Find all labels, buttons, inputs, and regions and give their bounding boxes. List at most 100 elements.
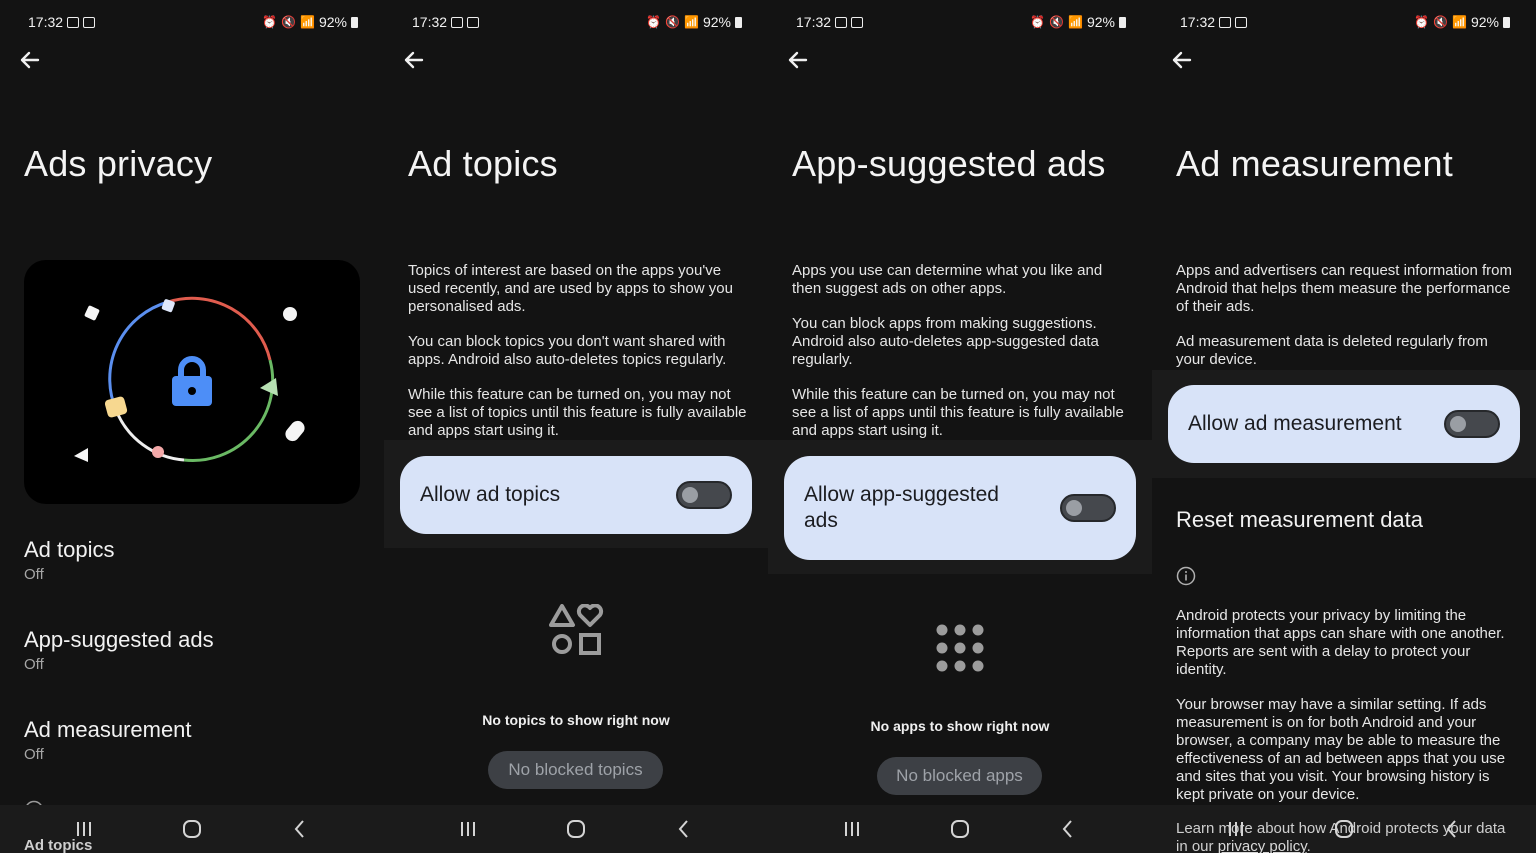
calendar-icon xyxy=(467,16,480,28)
nav-bar: Ad topics xyxy=(0,805,384,853)
lock-icon xyxy=(172,356,212,406)
info-paragraph: Your browser may have a similar setting.… xyxy=(1176,696,1506,803)
apps-grid-icon xyxy=(936,624,984,672)
page-title: Ad measurement xyxy=(1176,143,1453,184)
description-paragraph: While this feature can be turned on, you… xyxy=(408,386,747,439)
alarm-icon: ⏰ xyxy=(262,15,278,29)
topics-shapes-icon xyxy=(549,604,604,655)
gallery-icon xyxy=(835,16,848,28)
status-bar: 17:32 ⏰ 🔇 📶 92% xyxy=(1180,12,1510,32)
back-arrow-icon[interactable] xyxy=(784,46,812,74)
mute-icon: 🔇 xyxy=(281,15,297,29)
no-blocked-topics-button[interactable]: No blocked topics xyxy=(488,751,663,789)
back-arrow-icon[interactable] xyxy=(1168,46,1196,74)
back-arrow-icon[interactable] xyxy=(16,46,44,74)
menu-item-ad-measurement[interactable]: Ad measurement xyxy=(24,717,192,743)
info-paragraph: Android protects your privacy by limitin… xyxy=(1176,607,1505,678)
menu-item-app-suggested-status: Off xyxy=(24,656,44,673)
description-paragraph: Apps and advertisers can request informa… xyxy=(1176,262,1512,315)
page-title: Ad topics xyxy=(408,143,558,184)
privacy-illustration xyxy=(24,260,360,504)
recents-icon[interactable] xyxy=(1224,817,1248,841)
menu-item-app-suggested-ads[interactable]: App-suggested ads xyxy=(24,627,214,653)
allow-ad-measurement-switch[interactable] xyxy=(1444,410,1500,438)
home-icon[interactable] xyxy=(564,817,588,841)
calendar-icon xyxy=(1235,16,1248,28)
nav-back-icon[interactable] xyxy=(288,817,312,841)
allow-app-suggested-ads-card[interactable]: Allow app-suggested ads xyxy=(784,456,1136,560)
status-time: 17:32 xyxy=(1180,14,1216,30)
status-time: 17:32 xyxy=(412,14,448,30)
screen-ad-measurement: 17:32 ⏰ 🔇 📶 92% Ad measurement Apps and … xyxy=(1152,0,1536,853)
nav-bar xyxy=(384,805,768,853)
recents-icon[interactable] xyxy=(456,817,480,841)
nav-back-icon[interactable] xyxy=(672,817,696,841)
status-bar: 17:32 ⏰ 🔇 📶 92% xyxy=(412,12,742,32)
empty-state-message: No topics to show right now xyxy=(482,712,670,728)
battery-icon xyxy=(1119,16,1126,28)
allow-app-suggested-ads-switch[interactable] xyxy=(1060,494,1116,522)
toggle-label: Allow app-suggested ads xyxy=(804,483,999,532)
alarm-icon: ⏰ xyxy=(646,15,662,29)
screen-ad-topics: 17:32 ⏰ 🔇 📶 92% Ad topics Topics of inte… xyxy=(384,0,768,853)
description-paragraph: You can block topics you don't want shar… xyxy=(408,333,727,368)
battery-percent: 92% xyxy=(318,14,347,30)
home-icon[interactable] xyxy=(180,817,204,841)
nav-back-icon[interactable] xyxy=(1440,817,1464,841)
home-icon[interactable] xyxy=(948,817,972,841)
battery-percent: 92% xyxy=(1086,14,1115,30)
nav-back-icon[interactable] xyxy=(1056,817,1080,841)
reset-measurement-data-button[interactable]: Reset measurement data xyxy=(1176,507,1423,533)
wifi-icon: 📶 xyxy=(300,15,315,29)
battery-icon xyxy=(1503,16,1510,28)
toggle-label: Allow ad measurement xyxy=(1188,412,1402,435)
battery-percent: 92% xyxy=(1470,14,1499,30)
battery-icon xyxy=(351,16,358,28)
battery-percent: 92% xyxy=(702,14,731,30)
nav-bar: Learn more about how Android protects yo… xyxy=(1152,805,1536,853)
no-blocked-apps-button[interactable]: No blocked apps xyxy=(877,757,1042,795)
nav-bar xyxy=(768,805,1152,853)
wifi-icon: 📶 xyxy=(1068,15,1083,29)
description-paragraph: Ad measurement data is deleted regularly… xyxy=(1176,333,1488,368)
back-arrow-icon[interactable] xyxy=(400,46,428,74)
screenshot-collage: 17:32 ⏰ 🔇 📶 92% Ads privacy Ad topics Of… xyxy=(0,0,1536,853)
recents-icon[interactable] xyxy=(840,817,864,841)
battery-icon xyxy=(735,16,742,28)
alarm-icon: ⏰ xyxy=(1414,15,1430,29)
mute-icon: 🔇 xyxy=(1433,15,1449,29)
description-paragraph: You can block apps from making suggestio… xyxy=(792,315,1099,368)
page-title: App-suggested ads xyxy=(792,143,1106,184)
allow-ad-topics-switch[interactable] xyxy=(676,481,732,509)
mute-icon: 🔇 xyxy=(1049,15,1065,29)
calendar-icon xyxy=(83,16,96,28)
gallery-icon xyxy=(451,16,464,28)
page-title: Ads privacy xyxy=(24,143,213,184)
status-bar: 17:32 ⏰ 🔇 📶 92% xyxy=(796,12,1126,32)
screen-ads-privacy: 17:32 ⏰ 🔇 📶 92% Ads privacy Ad topics Of… xyxy=(0,0,384,853)
status-time: 17:32 xyxy=(28,14,64,30)
allow-ad-measurement-card[interactable]: Allow ad measurement xyxy=(1168,385,1520,463)
toggle-label: Allow ad topics xyxy=(420,483,561,506)
status-time: 17:32 xyxy=(796,14,832,30)
home-icon[interactable] xyxy=(1332,817,1356,841)
alarm-icon: ⏰ xyxy=(1030,15,1046,29)
empty-state-message: No apps to show right now xyxy=(870,718,1050,734)
recents-icon[interactable] xyxy=(72,817,96,841)
description-paragraph: Topics of interest are based on the apps… xyxy=(408,262,733,315)
wifi-icon: 📶 xyxy=(1452,15,1467,29)
menu-item-ad-measurement-status: Off xyxy=(24,746,44,763)
description-paragraph: While this feature can be turned on, you… xyxy=(792,386,1124,439)
status-bar: 17:32 ⏰ 🔇 📶 92% xyxy=(28,12,358,32)
wifi-icon: 📶 xyxy=(684,15,699,29)
description-paragraph: Apps you use can determine what you like… xyxy=(792,262,1103,297)
allow-ad-topics-card[interactable]: Allow ad topics xyxy=(400,456,752,534)
menu-item-ad-topics-status: Off xyxy=(24,566,44,583)
calendar-icon xyxy=(851,16,864,28)
gallery-icon xyxy=(1219,16,1232,28)
screen-app-suggested-ads: 17:32 ⏰ 🔇 📶 92% App-suggested ads Apps y… xyxy=(768,0,1152,853)
info-icon xyxy=(1176,566,1196,586)
gallery-icon xyxy=(67,16,80,28)
mute-icon: 🔇 xyxy=(665,15,681,29)
menu-item-ad-topics[interactable]: Ad topics xyxy=(24,537,115,563)
